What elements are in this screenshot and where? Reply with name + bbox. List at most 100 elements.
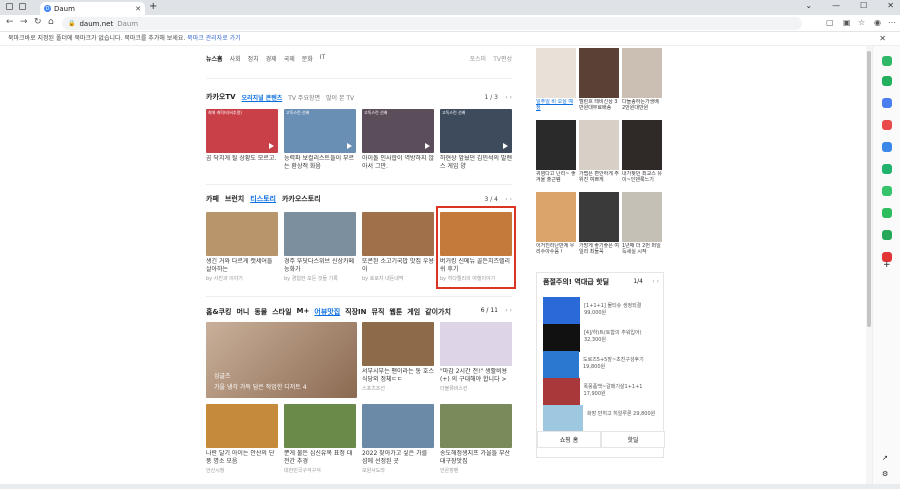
topic-bottom-card[interactable]: 2022 찾아가고 싶은 가를 섬에 선정된 곳 보원사도라 bbox=[362, 404, 434, 474]
pager-arrows[interactable]: ‹ › bbox=[505, 307, 512, 314]
shopping-home-tab[interactable]: 쇼핑 홈 bbox=[537, 431, 601, 448]
kakaotv-card[interactable]: 고독스런 선배 아이돌 인사합이 역방하지 않아서 그만. bbox=[362, 109, 434, 171]
bookmark-manager-link[interactable]: 북마크 관리자로 가기 bbox=[187, 35, 241, 42]
maximize-button[interactable]: ☐ bbox=[860, 1, 867, 10]
pager-arrows[interactable]: ‹ › bbox=[652, 278, 659, 285]
topic-tab[interactable]: 머니 bbox=[236, 307, 249, 317]
scrollbar-thumb[interactable] bbox=[867, 51, 871, 327]
tab-tv-scenes[interactable]: TV 주요장면 bbox=[288, 93, 320, 102]
news-tab[interactable]: IT bbox=[320, 54, 325, 63]
tab-actions[interactable] bbox=[6, 3, 26, 10]
tab-brunch[interactable]: 브런치 bbox=[225, 194, 244, 204]
close-window-button[interactable]: ✕ bbox=[887, 1, 894, 10]
hot-deal-tab[interactable]: 핫딜 bbox=[601, 431, 665, 448]
hot-deal-item[interactable]: [4]/하)트(토합의 추워입어) 32,300원 bbox=[543, 324, 659, 352]
sidebar-app-icon[interactable] bbox=[882, 230, 892, 240]
pager-arrows[interactable]: ‹ › bbox=[505, 94, 512, 101]
topic-tab[interactable]: 동물 bbox=[254, 307, 267, 317]
external-link-icon[interactable]: ↗ bbox=[882, 454, 888, 462]
card-tag: 고독스런 선배 bbox=[442, 110, 466, 115]
cafe-card[interactable]: 또콘된 소고기국밥 맛집 우용이 by 호로지 내돈내먹 bbox=[362, 212, 434, 282]
tab-most-viewed[interactable]: 많이 본 TV bbox=[326, 93, 354, 102]
topic-tab[interactable]: 스타일 bbox=[272, 307, 291, 317]
topic-side-card[interactable]: 서부시부는 팬이라는 통 호스 식당외 정체ㄷㄷ 스포츠조선 bbox=[362, 322, 434, 392]
shopping-product[interactable]: 가방게 좋기좋은 여일리 최들꼭 bbox=[579, 192, 619, 255]
tab-daum[interactable]: D Daum ✕ bbox=[40, 2, 145, 15]
hot-deal-item[interactable]: [1+1+1] 물티슈 생정되결 99,000원 bbox=[543, 297, 659, 325]
shopping-product[interactable]: 이거진라난반계 우리수아수음 ! bbox=[536, 192, 576, 255]
news-right-link[interactable]: 포스퍼 bbox=[469, 54, 486, 63]
card-title: 송도해정생지프 가을들 부산대구장맛집 bbox=[440, 450, 511, 465]
shopping-product[interactable]: 귀염다고 난리~ 좋겨울 출근템 bbox=[536, 120, 576, 183]
feature-big-card[interactable]: 싱글즈 가을 냉각 가득 담은 작업한 디저트 4 bbox=[206, 322, 357, 398]
favorites-icon[interactable]: ☆ bbox=[858, 18, 865, 27]
sidebar-app-icon[interactable] bbox=[882, 208, 892, 218]
topic-tab[interactable]: 게임 bbox=[407, 307, 420, 317]
profile-icon[interactable]: ◉ bbox=[874, 18, 881, 27]
kakaotv-card[interactable]: 최애 캐릭터(버추얼) 곰 닥치게 될 상황도 모르고. bbox=[206, 109, 278, 171]
topic-tab[interactable]: 홈&쿠킹 bbox=[206, 307, 231, 317]
shopping-product[interactable]: 일주일 비 오실 예정 bbox=[536, 48, 576, 111]
topic-bottom-card[interactable]: 나란 달기 아이는 안산의 단풍 명소 모음 안산시청 bbox=[206, 404, 278, 474]
section-title[interactable]: 카페 bbox=[206, 194, 219, 204]
news-tab[interactable]: 국제 bbox=[284, 54, 295, 63]
back-button[interactable]: ← bbox=[6, 17, 14, 27]
cafe-card[interactable]: 생긴 거와 다르게 캣세어들 살아하는 by 사진과 이야기 bbox=[206, 212, 278, 282]
forward-button[interactable]: → bbox=[20, 17, 28, 27]
kakaotv-card[interactable]: 고독스런 선배 능력파 보컬리스트들이 부르는 환상적 화음 bbox=[284, 109, 356, 171]
hot-deal-item[interactable]: 화장 만히고 히알루론 29,800원 bbox=[543, 405, 659, 433]
shopping-product[interactable]: 내가찾던 최교스 유이~인덴룩느기 bbox=[622, 120, 662, 183]
sidebar-app-icon[interactable] bbox=[882, 76, 892, 86]
news-home[interactable]: 뉴스홈 bbox=[206, 54, 223, 63]
extension-icon[interactable]: ▢ bbox=[826, 18, 834, 27]
topic-tab[interactable]: 뮤직 bbox=[372, 307, 385, 317]
minimize-button[interactable]: — bbox=[832, 1, 840, 10]
deal-image bbox=[543, 351, 579, 379]
shopping-product[interactable]: 1년째 더 2번 퍼일득세실 시작 bbox=[622, 192, 662, 255]
product-title: 내가찾던 최교스 유이~인덴룩느기 bbox=[622, 171, 662, 183]
add-app-icon[interactable]: + bbox=[883, 260, 891, 270]
topic-bottom-card[interactable]: 송도해정생지프 가을들 부산대구장맛집 안은장팬 bbox=[440, 404, 512, 474]
address-bar[interactable]: 🔒 daum.net Daum bbox=[62, 17, 802, 30]
news-right-link[interactable]: TV편성 bbox=[493, 54, 512, 63]
menu-icon[interactable]: ⋯ bbox=[888, 18, 896, 27]
card-title: 능력파 보컬리스트들이 부르는 환상적 화음 bbox=[284, 155, 355, 170]
chevron-down-icon[interactable]: ⌄ bbox=[805, 1, 812, 10]
sidebar-app-icon[interactable] bbox=[882, 98, 892, 108]
pager-arrows[interactable]: ‹ › bbox=[505, 196, 512, 203]
window-controls[interactable]: ⌄ — ☐ ✕ bbox=[805, 1, 894, 10]
sidebar-app-icon[interactable] bbox=[882, 186, 892, 196]
topic-tab[interactable]: 웹툰 bbox=[389, 307, 402, 317]
news-tab[interactable]: 사회 bbox=[230, 54, 241, 63]
topic-bottom-card[interactable]: 뿐게 불든 심신유목 표정 대전간 추경 대한민국구석구석 bbox=[284, 404, 356, 474]
close-icon[interactable]: ✕ bbox=[879, 32, 886, 46]
news-tab[interactable]: 정치 bbox=[248, 54, 259, 63]
hot-deal-item[interactable]: 폭풍품백~갈매기살1+1+1 17,900원 bbox=[543, 378, 659, 406]
tab-tistory[interactable]: 티스토리 bbox=[250, 194, 276, 204]
news-tab[interactable]: 경제 bbox=[266, 54, 277, 63]
close-tab-icon[interactable]: ✕ bbox=[135, 5, 141, 13]
reload-button[interactable]: ↻ bbox=[34, 17, 42, 27]
topic-tab[interactable]: 같이가치 bbox=[425, 307, 451, 317]
sidebar-app-icon[interactable] bbox=[882, 56, 892, 66]
shopping-product[interactable]: 멜린흐 테비신상 3만원대무료배송 bbox=[579, 48, 619, 111]
sidebar-app-icon[interactable] bbox=[882, 164, 892, 174]
topic-side-card[interactable]: "마감 2시간 전!" 생활비용 (+) 의 구대해야 합니다 > 더블류비스킨 bbox=[440, 322, 512, 392]
reader-icon[interactable]: ▣ bbox=[843, 18, 851, 27]
topic-tab-selected[interactable]: 어뷰맛집 bbox=[314, 307, 340, 317]
home-icon[interactable]: ⌂ bbox=[48, 17, 54, 27]
cafe-card[interactable]: 경주 뚜닷다스위브 신상카페 능화가 by 경험한 모든 것들 기록 bbox=[284, 212, 356, 282]
sidebar-app-icon[interactable] bbox=[882, 120, 892, 130]
topic-tab[interactable]: M+ bbox=[297, 307, 310, 317]
sidebar-app-icon[interactable] bbox=[882, 142, 892, 152]
new-tab-button[interactable]: + bbox=[149, 1, 157, 12]
tab-original[interactable]: 오리지널 콘텐츠 bbox=[242, 93, 283, 102]
hot-deal-item[interactable]: 도로즈5+5장~초친구성후기 19,800원 bbox=[543, 351, 659, 379]
shopping-product[interactable]: 가볍은 편안하게 주위진 여쁘게 bbox=[579, 120, 619, 183]
kakaotv-card[interactable]: 고독스런 선배 하현상 앞뒀던 김민석의 발렌스 게임 양 bbox=[440, 109, 512, 171]
topic-tab[interactable]: 직장IN bbox=[345, 307, 366, 317]
shopping-product[interactable]: 다들송하는가생배 2만원대만원 bbox=[622, 48, 662, 111]
settings-icon[interactable]: ⚙ bbox=[882, 470, 888, 478]
news-tab[interactable]: 문화 bbox=[302, 54, 313, 63]
tab-kakaostory[interactable]: 카카오스토리 bbox=[282, 194, 321, 204]
